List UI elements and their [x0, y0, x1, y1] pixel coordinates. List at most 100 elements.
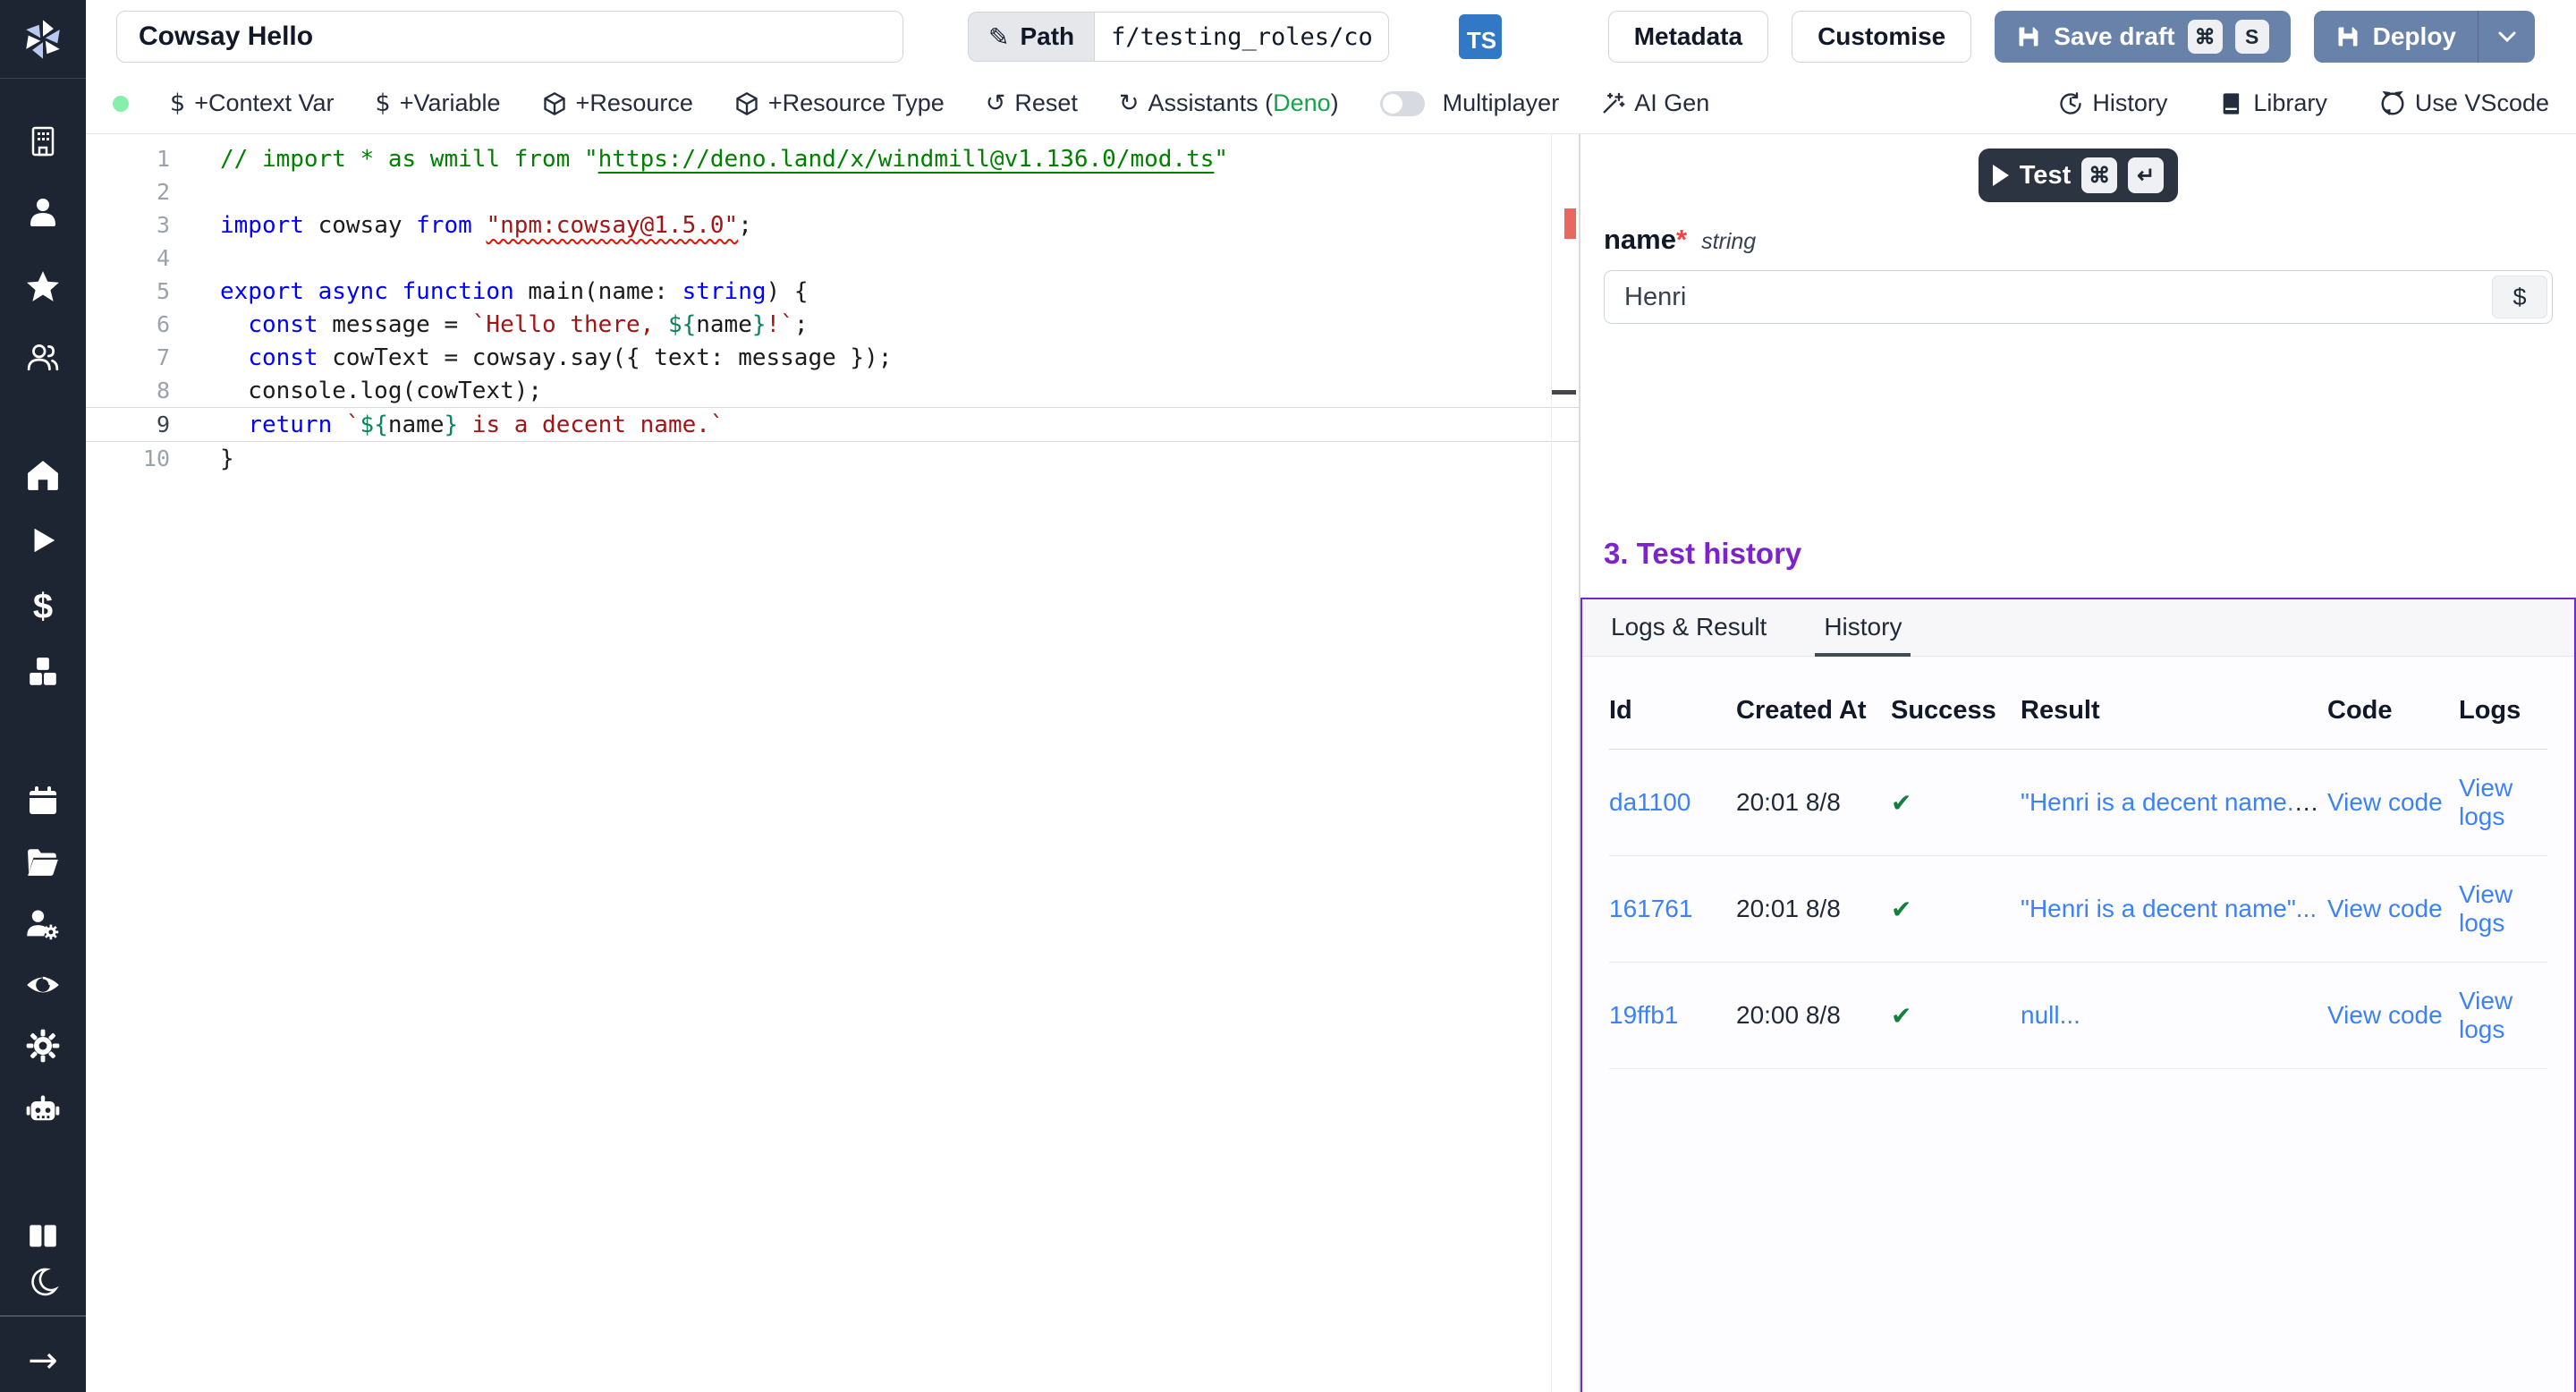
- add-variable-button[interactable]: $ +Variable: [376, 89, 501, 117]
- minimap-border: [1551, 134, 1552, 1392]
- sidebar-expand-button[interactable]: →: [0, 1341, 86, 1380]
- code-line[interactable]: 4: [86, 242, 1579, 275]
- sidebar-item-dark-mode[interactable]: [0, 1262, 86, 1302]
- view-logs-link[interactable]: View logs: [2459, 987, 2512, 1043]
- metadata-button[interactable]: Metadata: [1608, 11, 1768, 63]
- code-text: console.log(cowText);: [220, 378, 542, 404]
- sidebar-item-workspace[interactable]: [0, 122, 86, 161]
- windmill-logo[interactable]: [0, 0, 86, 79]
- argument-label-row: name* string: [1604, 224, 2553, 256]
- multiplayer-toggle[interactable]: [1380, 91, 1425, 116]
- view-logs-link[interactable]: View logs: [2459, 880, 2512, 937]
- sidebar-item-home[interactable]: [0, 455, 86, 495]
- add-context-var-button[interactable]: $ +Context Var: [170, 89, 335, 117]
- sidebar-item-workers[interactable]: [0, 904, 86, 944]
- sidebar-item-schedules[interactable]: [0, 781, 86, 820]
- sidebar-item-docs[interactable]: [0, 1217, 86, 1256]
- run-panel-top: Test ⌘ ↵ name* string $: [1580, 134, 2576, 324]
- history-label: History: [2092, 89, 2167, 117]
- code-text: const cowText = cowsay.say({ text: messa…: [220, 344, 892, 371]
- code-line[interactable]: 8 console.log(cowText);: [86, 374, 1579, 407]
- line-number: 3: [86, 212, 220, 238]
- sidebar-item-user[interactable]: [0, 192, 86, 232]
- windmill-logo-icon: [20, 16, 66, 63]
- sidebar-item-runs[interactable]: [0, 521, 86, 560]
- reset-label: Reset: [1014, 89, 1078, 117]
- tab-history[interactable]: History: [1824, 613, 1902, 656]
- refresh-icon: ↻: [1119, 89, 1140, 117]
- vscode-icon: [2379, 90, 2406, 117]
- sidebar-item-ai[interactable]: [0, 1090, 86, 1129]
- code-line[interactable]: 9 return `${name} is a decent name.`: [86, 407, 1579, 442]
- add-resource-type-button[interactable]: +Resource Type: [734, 89, 945, 117]
- history-button[interactable]: History: [2058, 89, 2167, 117]
- sidebar-item-settings[interactable]: [0, 1026, 86, 1065]
- path-input[interactable]: [1094, 12, 1389, 62]
- arrow-right-icon: →: [28, 1340, 58, 1381]
- book-icon: [2219, 91, 2244, 116]
- wand-sparkles-icon: [1600, 91, 1625, 116]
- required-asterisk: *: [1676, 224, 1687, 255]
- sidebar-divider: [0, 1315, 86, 1317]
- code-text: const message = `Hello there, ${name}!`;: [220, 311, 809, 338]
- sidebar-item-audit[interactable]: [0, 965, 86, 1005]
- sidebar-item-favorites[interactable]: [0, 267, 86, 306]
- deploy-button[interactable]: Deploy: [2314, 11, 2478, 63]
- test-button[interactable]: Test ⌘ ↵: [1979, 149, 2178, 202]
- view-code-link[interactable]: View code: [2327, 788, 2443, 816]
- chevron-down-icon: [2496, 29, 2518, 45]
- tab-logs-result[interactable]: Logs & Result: [1611, 613, 1767, 656]
- run-id-link[interactable]: 161761: [1609, 895, 1692, 922]
- view-code-link[interactable]: View code: [2327, 1001, 2443, 1029]
- argument-type: string: [1701, 229, 1756, 255]
- book-icon: [26, 1219, 60, 1253]
- sidebar-item-folders[interactable]: [0, 842, 86, 881]
- view-code-link[interactable]: View code: [2327, 895, 2443, 922]
- code-line[interactable]: 6 const message = `Hello there, ${name}!…: [86, 308, 1579, 341]
- save-draft-button[interactable]: Save draft ⌘ S: [1995, 11, 2290, 63]
- run-id-link[interactable]: da1100: [1609, 788, 1690, 816]
- ai-gen-button[interactable]: AI Gen: [1600, 89, 1709, 117]
- script-title-input[interactable]: [116, 11, 903, 63]
- result-link[interactable]: "Henri is a decent name."...: [2021, 788, 2324, 816]
- use-vscode-button[interactable]: Use VScode: [2379, 89, 2549, 117]
- customise-button[interactable]: Customise: [1792, 11, 1971, 63]
- assistants-label: Assistants (Deno): [1148, 89, 1339, 117]
- calendar-icon: [27, 785, 59, 817]
- code-line[interactable]: 5export async function main(name: string…: [86, 275, 1579, 308]
- sidebar: $: [0, 0, 86, 1392]
- library-button[interactable]: Library: [2219, 89, 2327, 117]
- result-link[interactable]: "Henri is a decent name"...: [2021, 895, 2317, 922]
- content-row: 1// import * as wmill from "https://deno…: [86, 134, 2576, 1392]
- code-line[interactable]: 7 const cowText = cowsay.say({ text: mes…: [86, 341, 1579, 374]
- code-line[interactable]: 1// import * as wmill from "https://deno…: [86, 142, 1579, 175]
- sidebar-item-resources[interactable]: [0, 652, 86, 692]
- add-resource-button[interactable]: +Resource: [542, 89, 693, 117]
- line-number: 7: [86, 344, 220, 370]
- code-line[interactable]: 2: [86, 175, 1579, 208]
- code-editor[interactable]: 1// import * as wmill from "https://deno…: [86, 134, 1579, 1392]
- language-badge-typescript[interactable]: TS: [1459, 14, 1502, 59]
- result-link[interactable]: null...: [2021, 1001, 2080, 1029]
- code-line[interactable]: 3import cowsay from "npm:cowsay@1.5.0";: [86, 208, 1579, 242]
- dollar-icon: $: [33, 587, 53, 627]
- argument-name-input[interactable]: [1604, 270, 2553, 324]
- col-code: Code: [2327, 669, 2459, 750]
- sidebar-item-groups[interactable]: [0, 337, 86, 377]
- overview-cursor-marker: [1552, 390, 1576, 395]
- connection-status-dot: [113, 96, 129, 112]
- insert-variable-button[interactable]: $: [2492, 276, 2547, 318]
- test-history-heading: 3. Test history: [1580, 537, 2576, 571]
- deploy-dropdown-button[interactable]: [2478, 11, 2535, 63]
- reset-button[interactable]: ↺ Reset: [986, 89, 1078, 117]
- col-result: Result: [2021, 669, 2327, 750]
- view-logs-link[interactable]: View logs: [2459, 774, 2512, 830]
- library-label: Library: [2253, 89, 2327, 117]
- run-id-link[interactable]: 19ffb1: [1609, 1001, 1678, 1029]
- sidebar-item-variables[interactable]: $: [0, 587, 86, 626]
- add-resource-type-label: +Resource Type: [768, 89, 945, 117]
- save-icon: [2335, 24, 2360, 49]
- code-line[interactable]: 10}: [86, 442, 1579, 475]
- assistants-button[interactable]: ↻ Assistants (Deno): [1119, 89, 1339, 117]
- edit-path-button[interactable]: ✎ Path: [968, 12, 1094, 62]
